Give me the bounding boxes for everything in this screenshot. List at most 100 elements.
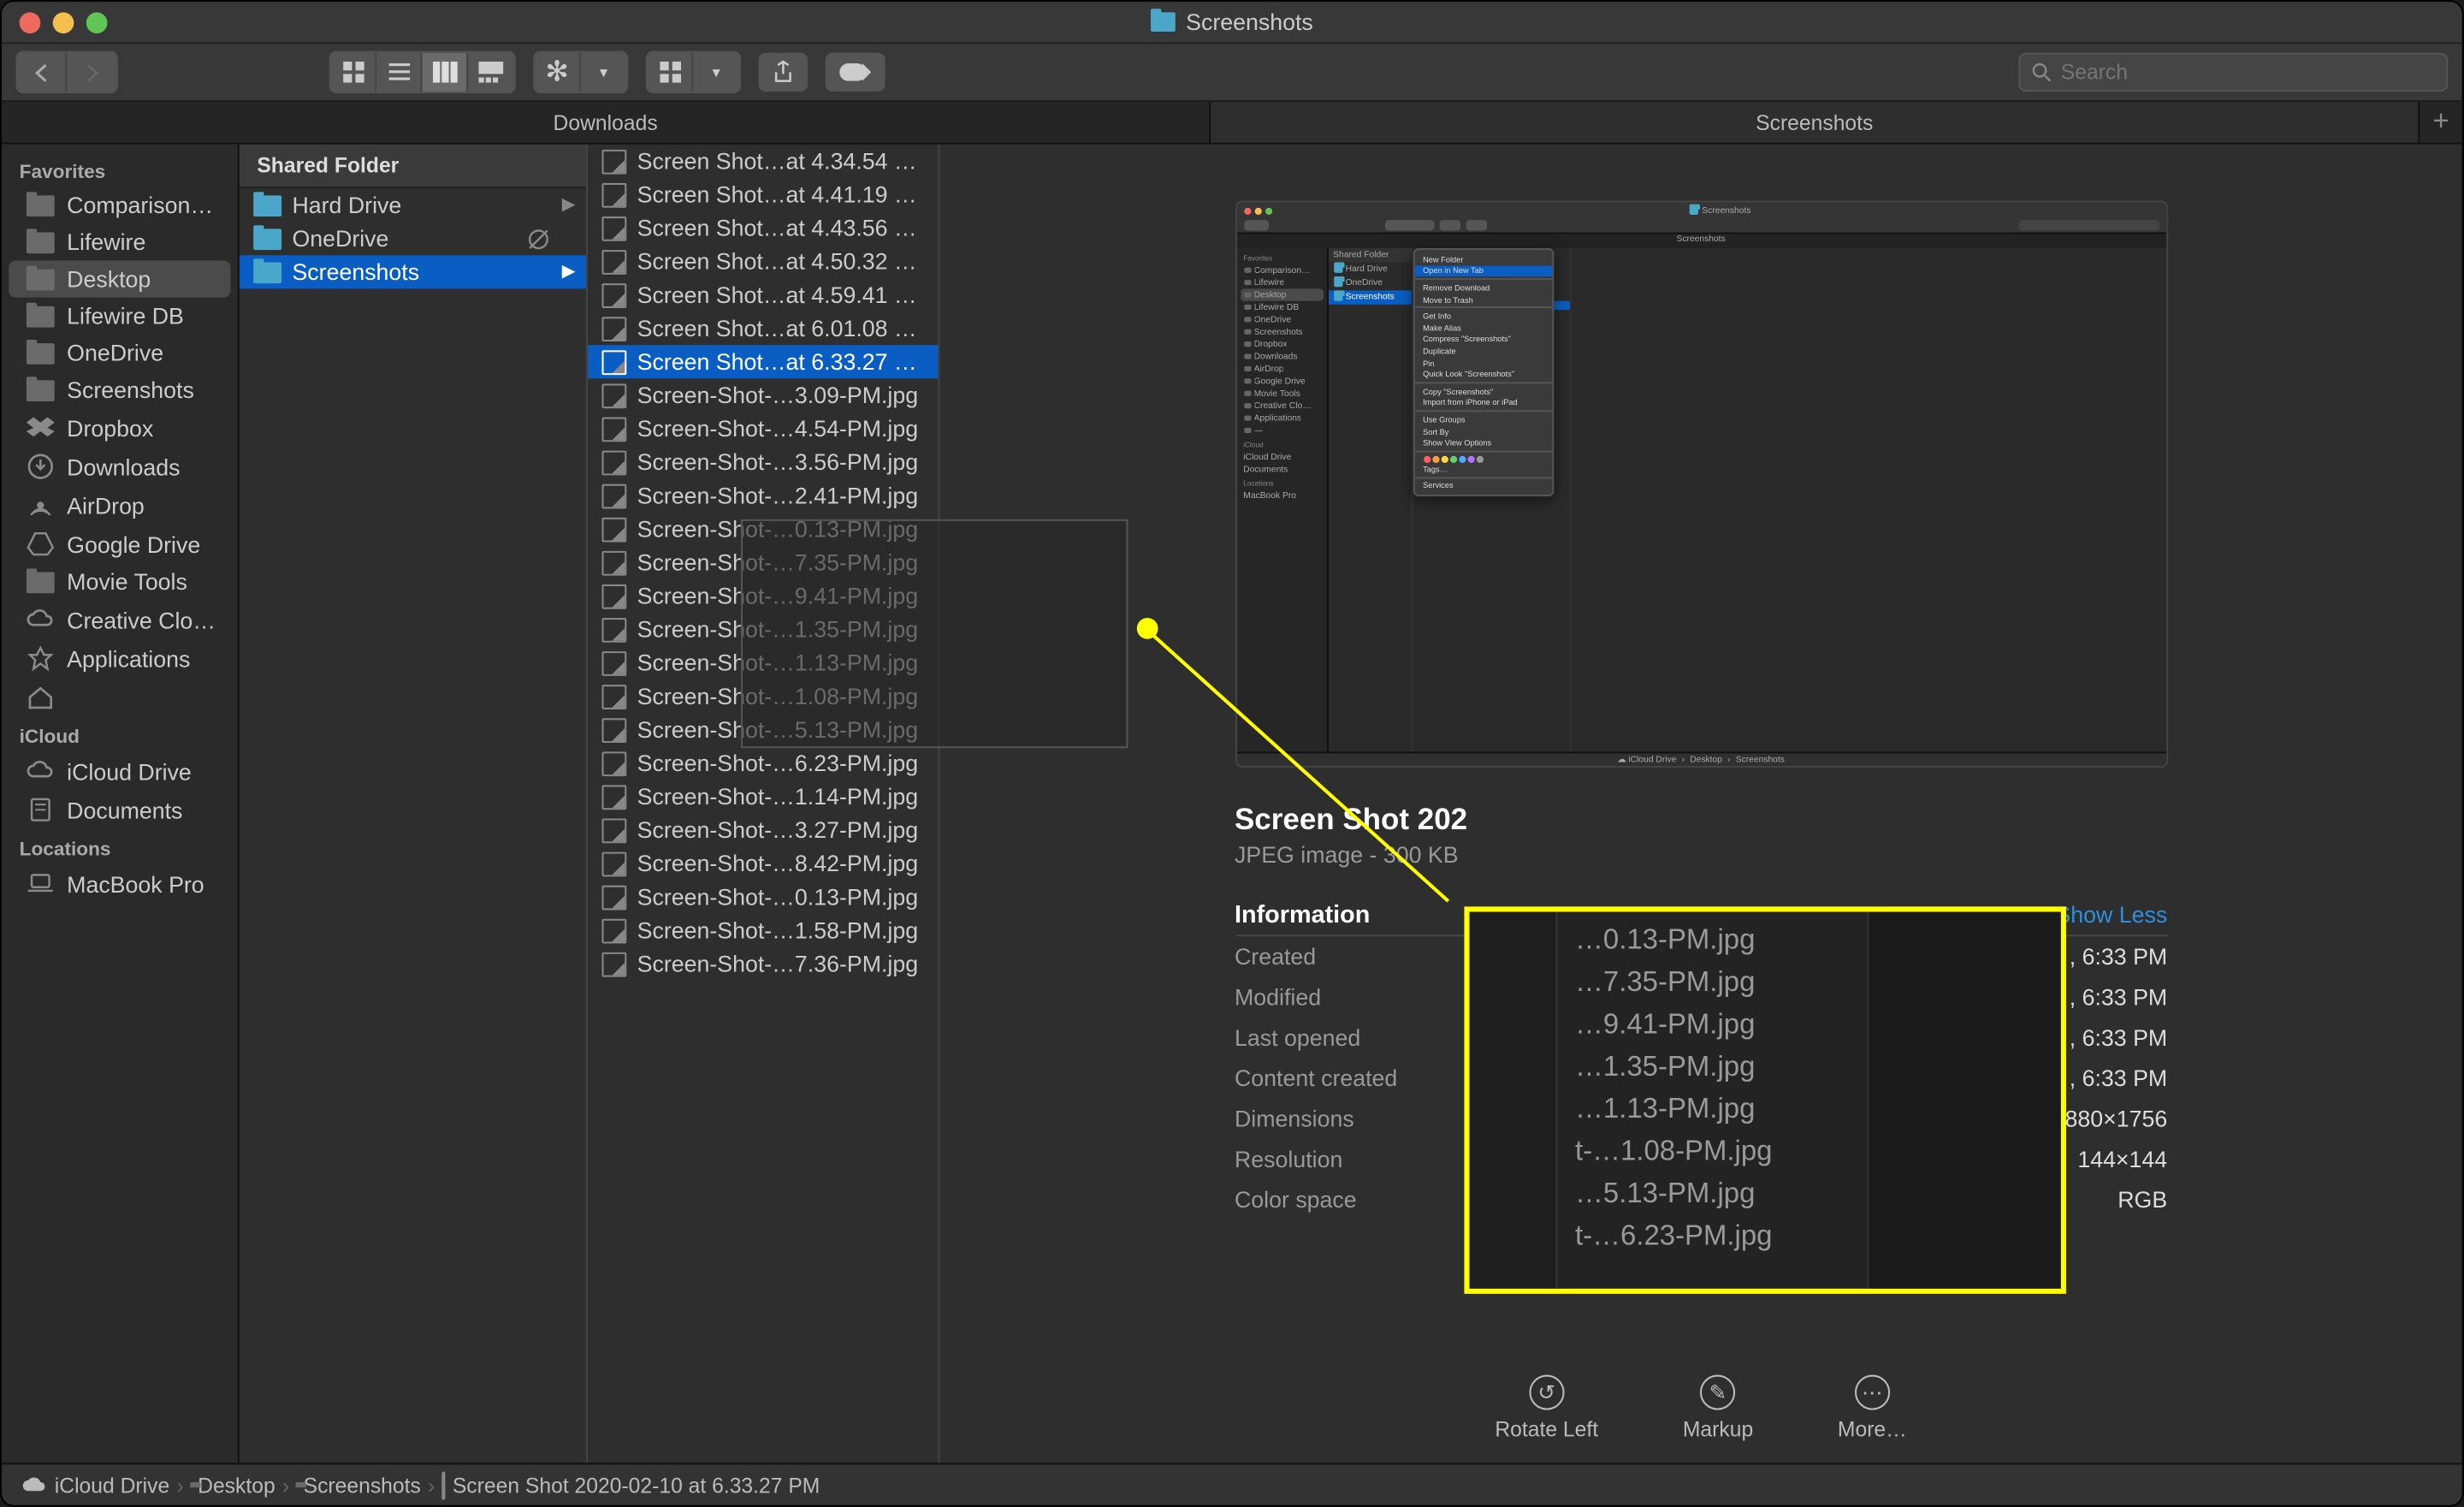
file-row[interactable]: Screen Shot…at 6.01.08 PM [588, 311, 938, 345]
file-icon [601, 650, 626, 675]
share-button[interactable] [759, 53, 808, 92]
file-label: Screen-Shot-…1.08-PM.jpg [637, 683, 924, 709]
info-key: Content created [1235, 1065, 1397, 1091]
sidebar-item[interactable]: Screenshots [2, 371, 238, 408]
sidebar-item[interactable]: Comparison… [2, 187, 238, 223]
file-row[interactable]: Screen Shot…at 4.43.56 PM [588, 211, 938, 245]
view-list-button[interactable] [376, 53, 422, 92]
sidebar-label: Desktop [67, 266, 151, 293]
sidebar-item[interactable]: iCloud Drive [2, 751, 238, 790]
file-row[interactable]: Screen-Shot-…3.09-PM.jpg [588, 378, 938, 412]
column-row[interactable]: Screenshots▶ [240, 255, 586, 288]
file-label: Screen Shot…at 4.50.32 PM [637, 248, 924, 275]
tags-button[interactable] [826, 53, 886, 92]
back-button[interactable] [18, 53, 68, 92]
column-screenshots: Screen Shot…at 4.34.54 PMScreen Shot…at … [588, 145, 939, 1463]
view-column-button[interactable] [423, 53, 468, 92]
file-row[interactable]: Screen Shot…at 4.41.19 PM [588, 178, 938, 211]
info-row: Created, 6:33 PM [1235, 936, 2167, 976]
path-segment[interactable]: Desktop [191, 1473, 275, 1498]
tab-bar: Downloads Screenshots + [2, 102, 2462, 144]
file-row[interactable]: Screen-Shot-…0.13-PM.jpg [588, 513, 938, 546]
group-menu[interactable]: ▾ [646, 51, 741, 93]
sidebar-item[interactable]: AirDrop [2, 486, 238, 525]
zoom-button[interactable] [86, 11, 108, 33]
path-segment[interactable]: Screenshots [296, 1473, 420, 1498]
sidebar-item[interactable]: Lifewire [2, 223, 238, 260]
sidebar-item[interactable]: Desktop [9, 260, 230, 297]
close-button[interactable] [20, 11, 41, 33]
info-value: RGB [2118, 1186, 2167, 1213]
sidebar-item[interactable]: Lifewire DB [2, 298, 238, 335]
chevron-right-icon: ▶ [562, 262, 576, 282]
file-label: Screen-Shot-…7.35-PM.jpg [637, 549, 924, 576]
cloud-icon [27, 606, 55, 634]
sidebar-label: Creative Clo… [67, 607, 216, 633]
file-label: Screen-Shot-…4.54-PM.jpg [637, 415, 924, 442]
gear-icon: ✻ [535, 53, 580, 92]
row-label: Screenshots [292, 258, 572, 285]
file-row[interactable]: Screen Shot…at 6.33.27 PM [588, 345, 938, 378]
file-row[interactable]: Screen-Shot-…2.41-PM.jpg [588, 479, 938, 513]
toolbar: ✻ ▾ ▾ [2, 44, 2462, 102]
tab-downloads[interactable]: Downloads [2, 102, 1211, 142]
search-field[interactable] [2018, 53, 2448, 92]
file-row[interactable]: Screen-Shot-…4.54-PM.jpg [588, 412, 938, 445]
file-row[interactable]: Screen-Shot-…3.56-PM.jpg [588, 445, 938, 478]
file-label: Screen-Shot-…1.35-PM.jpg [637, 616, 924, 643]
sidebar: FavoritesComparison…LifewireDesktopLifew… [2, 145, 240, 1463]
file-row[interactable]: Screen-Shot-…8.42-PM.jpg [588, 846, 938, 880]
preview-action-more[interactable]: ⋯More… [1838, 1375, 1907, 1442]
file-row[interactable]: Screen-Shot-…1.13-PM.jpg [588, 646, 938, 679]
view-icon-button[interactable] [331, 53, 376, 92]
file-row[interactable]: Screen-Shot-…7.36-PM.jpg [588, 947, 938, 981]
sidebar-item[interactable] [2, 678, 238, 716]
sidebar-item[interactable]: Dropbox [2, 408, 238, 447]
file-icon [601, 851, 626, 876]
file-row[interactable]: Screen-Shot-…1.08-PM.jpg [588, 679, 938, 713]
markup-icon: ✎ [1700, 1375, 1735, 1410]
file-row[interactable]: Screen-Shot-…3.27-PM.jpg [588, 813, 938, 846]
file-icon [601, 517, 626, 542]
file-row[interactable]: Screen-Shot-…1.58-PM.jpg [588, 914, 938, 947]
sidebar-item[interactable]: OneDrive [2, 335, 238, 371]
search-input[interactable] [2061, 60, 2436, 85]
action-menu[interactable]: ✻ ▾ [533, 51, 628, 93]
file-row[interactable]: Screen-Shot-…0.13-PM.jpg [588, 881, 938, 914]
preview-action-markup[interactable]: ✎Markup [1683, 1375, 1753, 1442]
view-gallery-button[interactable] [468, 53, 513, 92]
file-row[interactable]: Screen-Shot-…1.35-PM.jpg [588, 613, 938, 646]
sidebar-item[interactable]: Movie Tools [2, 563, 238, 600]
file-row[interactable]: Screen Shot…at 4.59.41 PM [588, 278, 938, 311]
traffic-lights [2, 11, 107, 33]
file-row[interactable]: Screen-Shot-…6.23-PM.jpg [588, 746, 938, 780]
preview-action-rotate[interactable]: ↺Rotate Left [1495, 1375, 1598, 1442]
folder-icon [253, 261, 281, 282]
file-label: Screen-Shot-…3.56-PM.jpg [637, 449, 924, 476]
file-row[interactable]: Screen Shot…at 4.34.54 PM [588, 145, 938, 178]
path-segment[interactable]: iCloud Drive [23, 1473, 169, 1498]
sidebar-section-header: Locations [2, 829, 238, 864]
file-row[interactable]: Screen-Shot-…5.13-PM.jpg [588, 713, 938, 746]
tab-screenshots[interactable]: Screenshots [1211, 102, 2420, 142]
file-row[interactable]: Screen Shot…at 4.50.32 PM [588, 245, 938, 278]
minimize-button[interactable] [53, 11, 74, 33]
file-row[interactable]: Screen-Shot-…9.41-PM.jpg [588, 579, 938, 613]
folder-icon [27, 342, 55, 364]
new-tab-button[interactable]: + [2420, 102, 2461, 142]
file-row[interactable]: Screen-Shot-…7.35-PM.jpg [588, 546, 938, 579]
sidebar-item[interactable]: MacBook Pro [2, 864, 238, 903]
path-segment[interactable]: Screen Shot 2020-02-10 at 6.33.27 PM [441, 1473, 820, 1498]
sidebar-item[interactable]: Creative Clo… [2, 600, 238, 638]
sidebar-item[interactable]: Google Drive [2, 525, 238, 563]
column-row[interactable]: Hard Drive▶ [240, 188, 586, 222]
sidebar-item[interactable]: Downloads [2, 447, 238, 485]
column-row[interactable]: OneDrive [240, 222, 586, 255]
sidebar-item[interactable]: Applications [2, 639, 238, 678]
sidebar-item[interactable]: Documents [2, 791, 238, 829]
file-label: Screen-Shot-…1.13-PM.jpg [637, 650, 924, 676]
file-row[interactable]: Screen-Shot-…1.14-PM.jpg [588, 780, 938, 813]
file-icon [601, 817, 626, 842]
show-less-button[interactable]: Show Less [2055, 900, 2167, 927]
forward-button[interactable] [67, 53, 116, 92]
